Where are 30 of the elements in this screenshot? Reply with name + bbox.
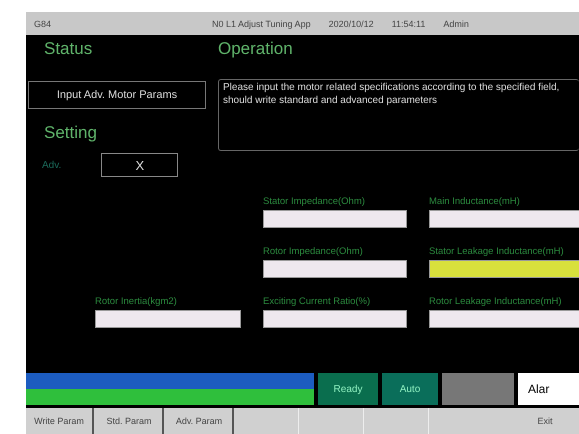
date-text: 2020/10/12 (328, 18, 374, 28)
input-field[interactable] (429, 210, 579, 228)
field-label: Rotor Impedance(Ohm) (263, 244, 364, 257)
user-name: Admin (443, 18, 469, 28)
time-text: 11:54:11 (392, 18, 426, 28)
app-title: N0 L1 Adjust Tuning App (212, 18, 311, 28)
status-panel (442, 373, 514, 405)
screen-id: G84 (34, 18, 52, 28)
ready-indicator: Ready (318, 373, 378, 405)
adv-label: Adv. (42, 160, 62, 170)
mode-indicator: Auto (382, 373, 438, 405)
field-label: Stator Leakage Inductance(mH) (429, 244, 565, 257)
field-label: Main Inductance(mH) (429, 194, 521, 207)
status-title: Status (43, 38, 94, 60)
operation-title: Operation (218, 38, 294, 60)
input-field[interactable] (263, 310, 407, 328)
adv-field[interactable]: X (101, 153, 178, 177)
field-label: Exciting Current Ratio(%) (263, 294, 372, 307)
field-label: Stator Impedance(Ohm) (263, 194, 366, 207)
status-button[interactable]: Input Adv. Motor Params (28, 81, 206, 109)
input-field[interactable] (263, 210, 407, 228)
input-field[interactable] (95, 310, 241, 328)
setting-title: Setting (44, 123, 98, 143)
input-field[interactable] (263, 260, 407, 278)
field-label: Rotor Leakage Inductance(mH) (429, 294, 563, 307)
alarm-panel: Alar (518, 373, 579, 405)
message-box: Please input the motor related specifications according to the specified field, should write standard and advanced parameters (218, 79, 579, 151)
input-field[interactable] (429, 310, 579, 328)
input-field[interactable] (429, 260, 579, 278)
field-label: Rotor Inertia(kgm2) (95, 294, 178, 307)
